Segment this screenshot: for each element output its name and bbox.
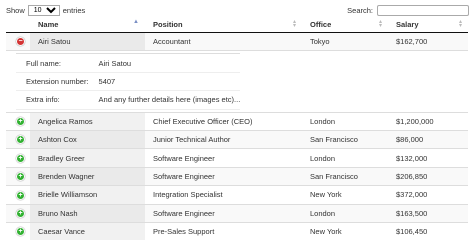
cell-salary: $1,200,000 (388, 111, 468, 131)
details-table: Full name: Airi Satou Extension number: … (16, 53, 241, 110)
cell-office: San Francisco (302, 129, 388, 149)
detail-value: 5407 (88, 71, 241, 92)
cell-name: Ashton Cox (30, 129, 145, 149)
length-menu: Show 10 entries (6, 4, 85, 16)
table-row[interactable]: + Bradley Greer Software Engineer London $13… (6, 148, 468, 168)
search-box: Search: (347, 4, 469, 16)
detail-label: Extension number: (16, 71, 89, 92)
row-toggle[interactable]: + (6, 148, 30, 168)
cell-position: Integration Specialist (145, 185, 302, 205)
cell-position: Software Engineer (145, 148, 302, 168)
cell-position: Accountant (145, 31, 302, 51)
table-row[interactable]: + Angelica Ramos Chief Executive Officer (… (6, 111, 468, 131)
cell-position: Pre-Sales Support (145, 221, 302, 241)
length-entries-label: entries (62, 5, 86, 15)
row-toggle[interactable]: − (6, 31, 30, 51)
table-row[interactable]: + Bruno Nash Software Engineer London $163,5… (6, 203, 468, 223)
sort-both-icon: ▴ ▾ (458, 19, 462, 29)
sort-asc-icon: ▲ (133, 19, 139, 25)
row-toggle[interactable]: + (6, 221, 30, 241)
table-row[interactable]: + Caesar Vance Pre-Sales Support New York $1… (6, 221, 468, 241)
detail-value: Airi Satou (88, 53, 241, 73)
child-row: Full name: Airi Satou Extension number: … (6, 50, 468, 113)
search-input[interactable] (377, 4, 469, 16)
plus-circle-icon[interactable]: + (16, 117, 25, 127)
cell-salary: $163,500 (388, 203, 468, 223)
detail-value: And any further details here (images etc… (88, 90, 241, 110)
cell-name: Bruno Nash (30, 203, 145, 223)
sort-both-icon: ▴ ▾ (292, 19, 296, 29)
cell-salary: $106,450 (388, 221, 468, 241)
header-office[interactable]: Office ▴ ▾ (302, 16, 388, 33)
employee-table: Name ▲ Position ▴ ▾ Office ▴ ▾ Salary ▴ ▾ −… (6, 16, 468, 241)
cell-position: Software Engineer (145, 203, 302, 223)
header-row: Name ▲ Position ▴ ▾ Office ▴ ▾ Salary ▴ ▾ (6, 16, 468, 33)
detail-row: Extra info: And any further details here… (16, 90, 241, 110)
cell-office: New York (302, 221, 388, 241)
cell-name: Angelica Ramos (30, 111, 145, 131)
minus-circle-icon[interactable]: − (16, 37, 25, 47)
length-show-label: Show (6, 5, 25, 15)
row-toggle[interactable]: + (6, 166, 30, 186)
child-details-cell: Full name: Airi Satou Extension number: … (6, 50, 468, 113)
header-salary[interactable]: Salary ▴ ▾ (388, 16, 468, 33)
row-toggle[interactable]: + (6, 203, 30, 223)
cell-salary: $162,700 (388, 31, 468, 51)
detail-label: Extra info: (16, 90, 89, 110)
cell-position: Chief Executive Officer (CEO) (145, 111, 302, 131)
table-row[interactable]: + Ashton Cox Junior Technical Author San Fr… (6, 129, 468, 149)
detail-label: Full name: (16, 53, 89, 73)
cell-salary: $132,000 (388, 148, 468, 168)
row-toggle[interactable]: + (6, 185, 30, 205)
cell-name: Brenden Wagner (30, 166, 145, 186)
cell-salary: $206,850 (388, 166, 468, 186)
detail-row: Extension number: 5407 (16, 71, 241, 92)
cell-office: London (302, 111, 388, 131)
plus-circle-icon[interactable]: + (16, 172, 25, 182)
sort-both-icon: ▴ ▾ (378, 19, 382, 29)
header-position[interactable]: Position ▴ ▾ (145, 16, 302, 33)
cell-office: Tokyo (302, 31, 388, 51)
cell-office: London (302, 148, 388, 168)
header-name[interactable]: Name ▲ (30, 16, 145, 33)
cell-office: New York (302, 185, 388, 205)
plus-circle-icon[interactable]: + (16, 135, 25, 145)
table-row-expanded[interactable]: − Airi Satou Accountant Tokyo $162,700 (6, 31, 468, 51)
cell-salary: $86,000 (388, 129, 468, 149)
cell-name: Bradley Greer (30, 148, 145, 168)
cell-position: Junior Technical Author (145, 129, 302, 149)
cell-name: Brielle Williamson (30, 185, 145, 205)
cell-name: Airi Satou (30, 31, 145, 51)
search-label: Search: (347, 5, 373, 15)
plus-circle-icon[interactable]: + (16, 227, 25, 237)
plus-circle-icon[interactable]: + (16, 153, 25, 163)
detail-row: Full name: Airi Satou (16, 53, 241, 73)
row-toggle[interactable]: + (6, 111, 30, 131)
cell-name: Caesar Vance (30, 221, 145, 241)
plus-circle-icon[interactable]: + (16, 190, 25, 200)
entries-per-page-select[interactable]: 10 (27, 4, 60, 16)
cell-office: London (302, 203, 388, 223)
plus-circle-icon[interactable]: + (16, 208, 25, 218)
table-row[interactable]: + Brenden Wagner Software Engineer San Fran… (6, 166, 468, 186)
cell-salary: $372,000 (388, 185, 468, 205)
table-row[interactable]: + Brielle Williamson Integration Specialis… (6, 185, 468, 205)
cell-office: San Francisco (302, 166, 388, 186)
header-control (6, 16, 30, 33)
cell-position: Software Engineer (145, 166, 302, 186)
row-toggle[interactable]: + (6, 129, 30, 149)
